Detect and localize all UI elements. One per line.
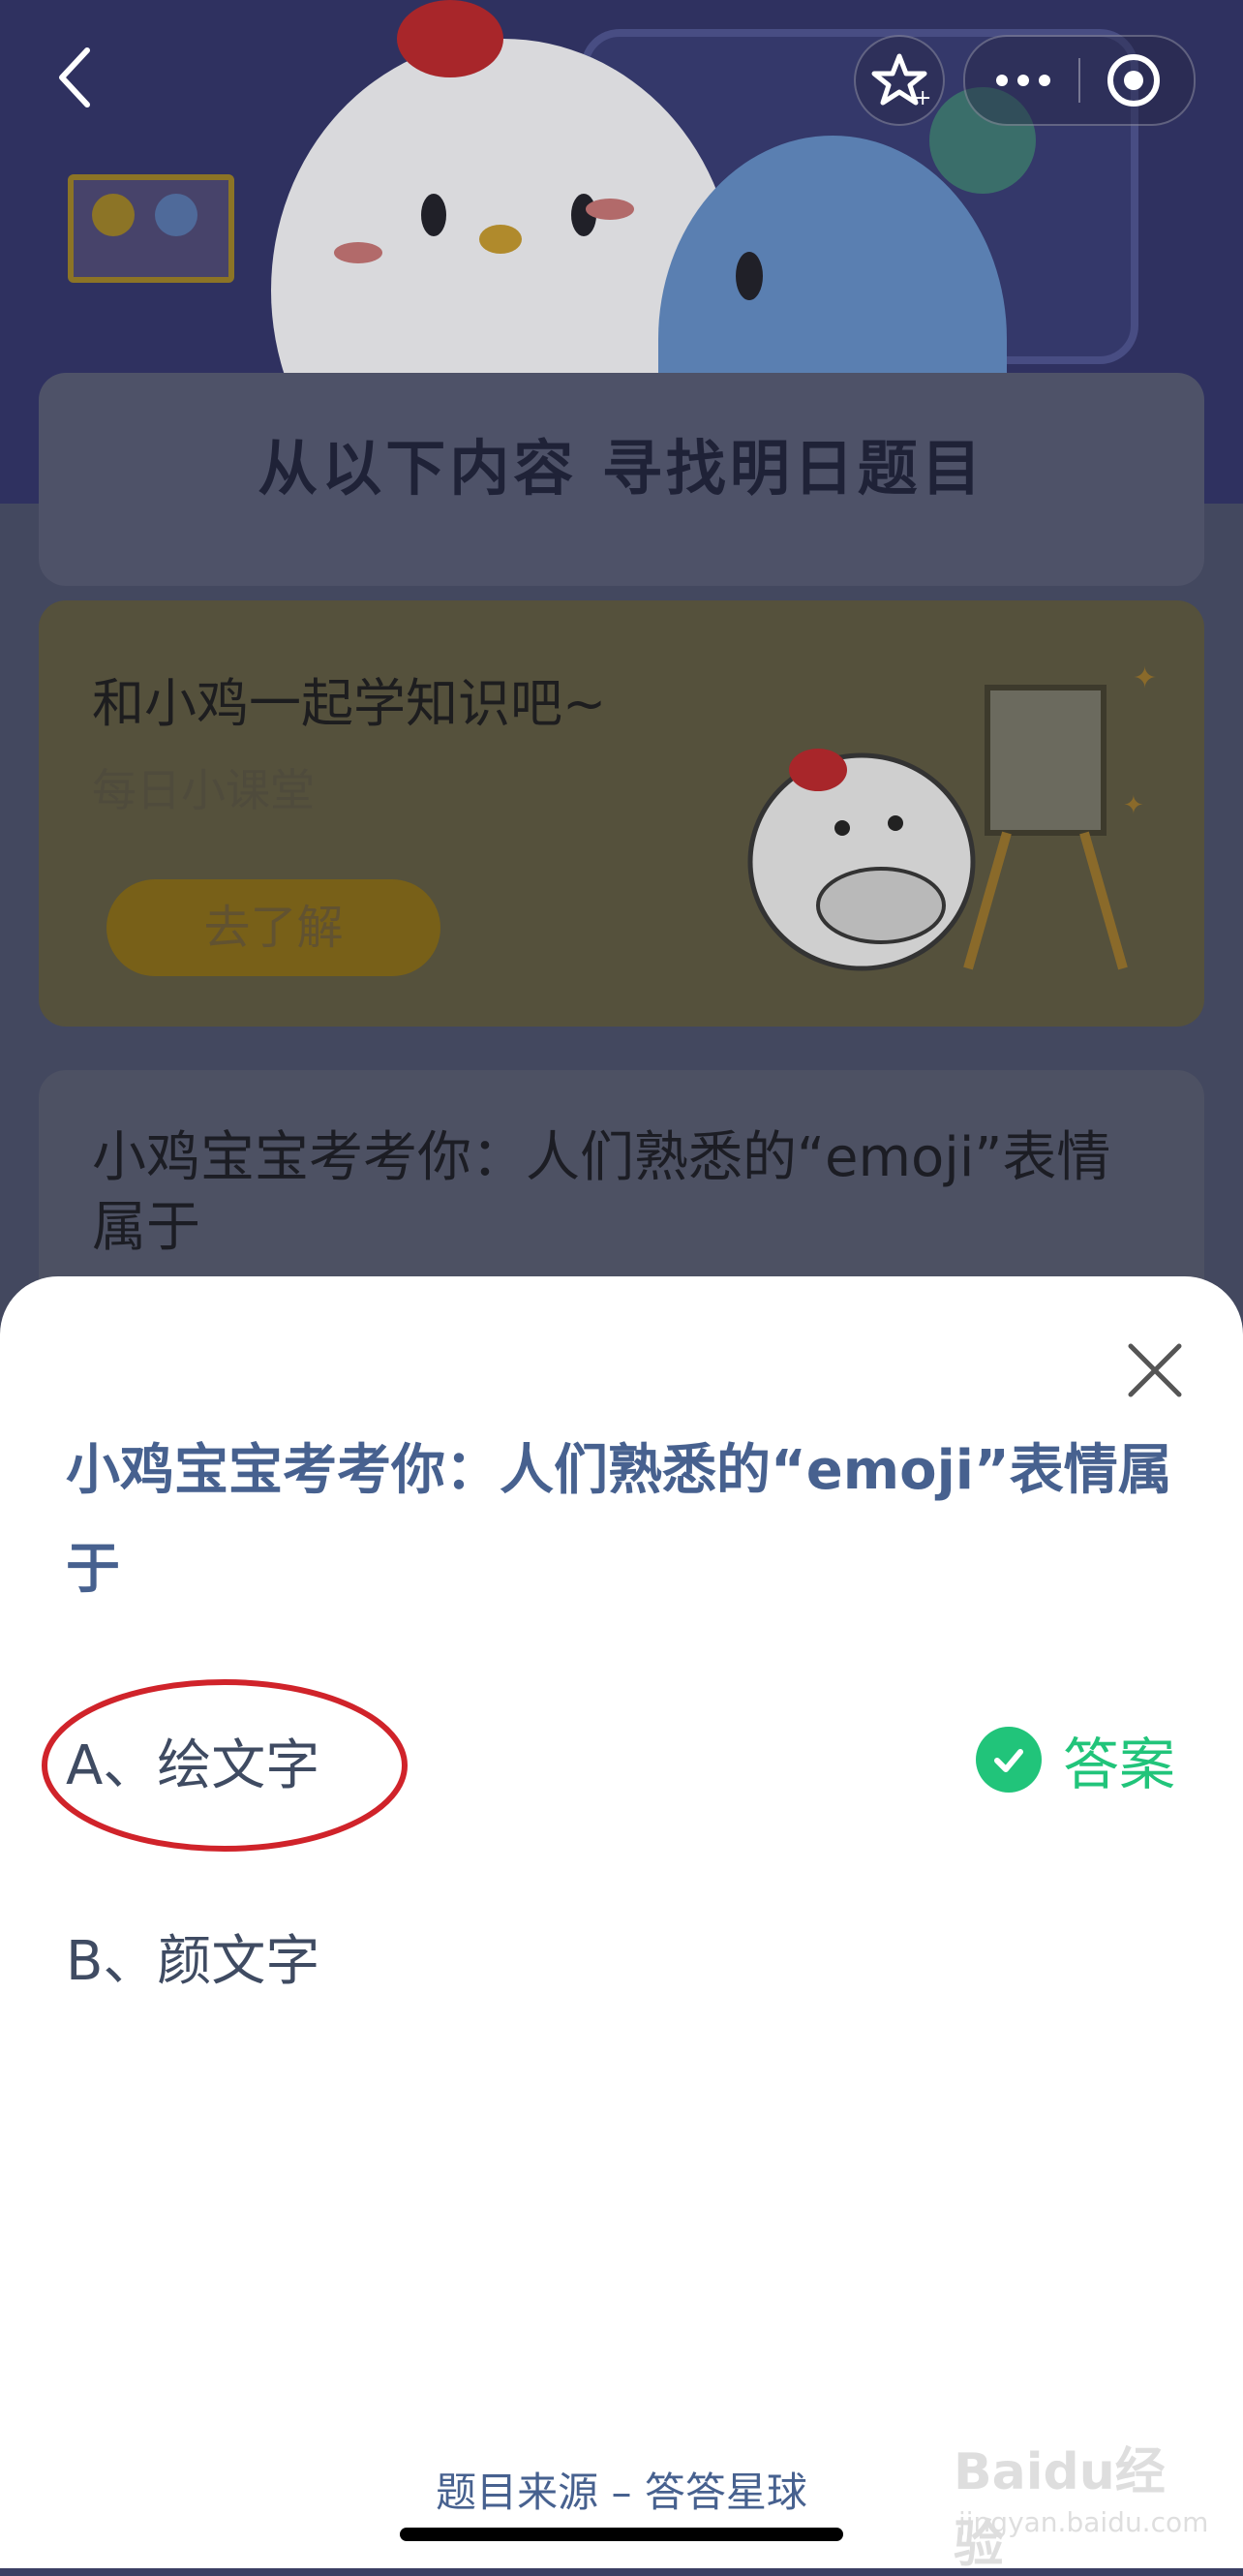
quiz-card-question: 小鸡宝宝考考你：人们熟悉的“emoji”表情属于: [92, 1126, 1111, 1259]
banner-title: 从以下内容 寻找明日题目: [258, 433, 985, 504]
baidu-watermark: Baidu经验 jingyan.baidu.com: [954, 2431, 1209, 2574]
home-indicator[interactable]: [400, 2528, 843, 2541]
learn-card-title: 和小鸡一起学知识吧~: [92, 673, 607, 734]
close-mini-program-button[interactable]: [1080, 37, 1194, 124]
chicken-comb: [397, 0, 503, 77]
alien-eye: [736, 252, 763, 300]
more-button[interactable]: [965, 37, 1078, 124]
chicken-eye: [421, 194, 446, 236]
watermark-url: jingyan.baidu.com: [958, 2506, 1209, 2538]
chicken-cheek: [334, 242, 382, 263]
banner-card: 从以下内容 寻找明日题目: [39, 373, 1204, 586]
star-icon: +: [871, 53, 931, 110]
watermark-brand: Baidu经验: [954, 2443, 1166, 2574]
chicken-cheek: [586, 199, 634, 220]
favorite-button[interactable]: +: [854, 35, 945, 126]
check-circle-icon: [976, 1727, 1042, 1793]
medal-icon: [155, 194, 197, 236]
medal-frame-illustration: [68, 174, 234, 283]
answer-indicator: 答案: [976, 1726, 1175, 1797]
medal-icon: [92, 194, 135, 236]
chicken-beak: [479, 225, 522, 254]
sheet-question: 小鸡宝宝考考你：人们熟悉的“emoji”表情属于: [66, 1439, 1172, 1601]
learn-card-subtitle: 每日小课堂: [92, 764, 315, 816]
learn-card[interactable]: 和小鸡一起学知识吧~ 每日小课堂 去了解 ✦ ✦: [39, 600, 1204, 1027]
learn-more-button[interactable]: 去了解: [106, 879, 440, 976]
close-icon[interactable]: [1121, 1336, 1189, 1404]
option-b[interactable]: B、颜文字: [66, 1917, 319, 1996]
svg-text:✦: ✦: [1123, 791, 1144, 820]
svg-text:✦: ✦: [1133, 661, 1157, 695]
red-circle-annotation: [42, 1679, 408, 1852]
chevron-left-icon[interactable]: [48, 39, 106, 116]
mini-program-capsule: [963, 35, 1196, 126]
answer-label: 答案: [1063, 1732, 1176, 1797]
painting-chicken-illustration: ✦ ✦: [747, 661, 1157, 971]
svg-text:+: +: [914, 86, 931, 110]
